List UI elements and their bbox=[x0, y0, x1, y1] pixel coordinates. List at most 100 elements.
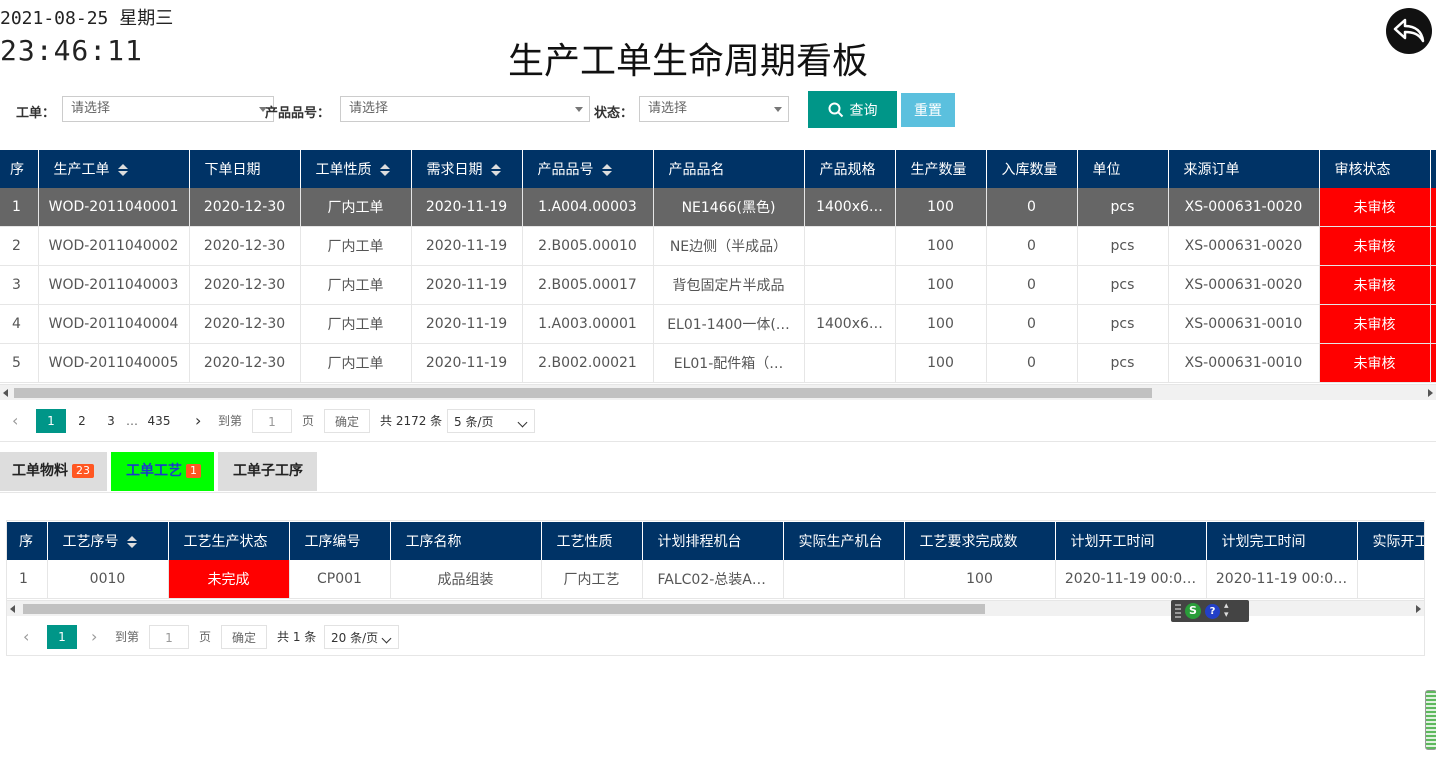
status-select[interactable]: 请选择 bbox=[639, 96, 789, 122]
back-button[interactable] bbox=[1386, 8, 1432, 54]
column-header[interactable]: 生产工单 bbox=[38, 150, 190, 188]
table-row[interactable]: 1 0010 未完成 CP001 成品组装 厂内工艺 FALC02-总装A… 100 2020-… bbox=[7, 560, 1424, 599]
side-scroll-indicator[interactable] bbox=[1425, 690, 1436, 750]
sort-icon[interactable] bbox=[601, 164, 612, 176]
scroll-left-icon[interactable] bbox=[3, 389, 8, 397]
column-header[interactable]: 工艺序号 bbox=[47, 522, 169, 560]
table-cell: 未完成 bbox=[168, 560, 290, 599]
table-cell: 2020-12-30 bbox=[189, 304, 301, 344]
column-header: 工艺生产状态 bbox=[168, 522, 290, 560]
detail-tabs: 工单物料 23 工单工艺 1 工单子工序 bbox=[0, 452, 1436, 493]
workorder-label: 工单： bbox=[16, 106, 56, 121]
query-button[interactable]: 查询 bbox=[808, 91, 897, 128]
next-page-icon[interactable]: › bbox=[91, 625, 101, 649]
page-size-value: 20 条/页 bbox=[331, 631, 379, 645]
page-size-select[interactable]: 20 条/页 bbox=[324, 625, 399, 649]
next-page-icon[interactable]: › bbox=[195, 409, 205, 433]
workorder-table-scrollbar[interactable] bbox=[0, 384, 1436, 400]
goto-page-input[interactable]: 1 bbox=[149, 625, 189, 649]
page-size-select[interactable]: 5 条/页 bbox=[447, 409, 535, 433]
page-unit-label: 页 bbox=[302, 414, 315, 428]
expand-icon[interactable]: ▴ ▾ bbox=[1224, 602, 1229, 620]
scrollbar-thumb[interactable] bbox=[14, 388, 1152, 398]
table-row[interactable]: 4 WOD-2011040004 2020-12-30 厂内工单 2020-11-19 1… bbox=[0, 304, 1436, 344]
table-cell: 未审核 bbox=[1319, 304, 1431, 344]
column-header: 工艺性质 bbox=[541, 522, 643, 560]
column-header[interactable]: 需求日期 bbox=[411, 150, 523, 188]
table-cell-overflow bbox=[1430, 343, 1436, 383]
column-header[interactable]: 产品品号 bbox=[522, 150, 654, 188]
scroll-right-icon[interactable] bbox=[1428, 389, 1433, 397]
workorder-select[interactable]: 请选择 bbox=[62, 96, 274, 122]
column-header-label: 生产工单 bbox=[53, 162, 110, 178]
table-cell: 100 bbox=[895, 226, 987, 266]
sogou-s-icon[interactable]: S bbox=[1185, 603, 1201, 619]
page-unit-label: 页 bbox=[199, 630, 212, 644]
table-cell: 2020-12-30 bbox=[189, 265, 301, 305]
column-header-label: 单位 bbox=[1092, 162, 1121, 178]
table-cell: CP001 bbox=[289, 560, 391, 599]
sort-icon[interactable] bbox=[117, 164, 128, 176]
product-select[interactable]: 请选择 bbox=[340, 96, 590, 122]
date-display: 2021-08-25 星期三 bbox=[0, 8, 174, 29]
tab-label: 工单工艺 bbox=[126, 463, 182, 479]
floating-toolbar[interactable]: S ? ▴ ▾ bbox=[1171, 600, 1249, 622]
sort-icon[interactable] bbox=[379, 164, 390, 176]
table-cell: pcs bbox=[1077, 265, 1169, 305]
table-row[interactable]: 2 WOD-2011040002 2020-12-30 厂内工单 2020-11-19 2… bbox=[0, 226, 1436, 266]
column-header-label: 产品规格 bbox=[819, 162, 876, 178]
prev-page-icon[interactable]: ‹ bbox=[12, 409, 22, 433]
column-header: 下单日期 bbox=[189, 150, 301, 188]
sort-icon[interactable] bbox=[490, 164, 501, 176]
table-cell: 2020-11-19 bbox=[411, 265, 523, 305]
column-header: 计划完工时间 bbox=[1206, 522, 1358, 560]
column-header: 来源订单 bbox=[1168, 150, 1320, 188]
table-cell: 1 bbox=[0, 188, 39, 227]
column-header-label: 工序名称 bbox=[405, 534, 462, 550]
table-cell-overflow bbox=[1430, 265, 1436, 305]
page-3-button[interactable]: 3 bbox=[96, 409, 126, 433]
table-row[interactable]: 1 WOD-2011040001 2020-12-30 厂内工单 2020-11-19 1… bbox=[0, 188, 1436, 227]
chevron-down-icon bbox=[381, 633, 392, 644]
page-1-button[interactable]: 1 bbox=[47, 625, 77, 649]
process-table: 序 工艺序号 工艺生产状态 工序编号 工序名称 工艺性质 计划排程机台 实际生产机台 工艺要求完… bbox=[7, 522, 1424, 600]
tab-workorder-process[interactable]: 工单工艺 1 bbox=[111, 452, 214, 491]
table-cell: pcs bbox=[1077, 304, 1169, 344]
table-cell: 2020-12-30 bbox=[189, 343, 301, 383]
tab-workorder-material[interactable]: 工单物料 23 bbox=[0, 452, 107, 491]
table-cell: 厂内工单 bbox=[300, 304, 412, 344]
scroll-right-icon[interactable] bbox=[1416, 605, 1421, 613]
column-header-label: 序 bbox=[10, 162, 24, 178]
table-cell: 0010 bbox=[47, 560, 169, 599]
tab-workorder-subprocess[interactable]: 工单子工序 bbox=[218, 452, 317, 491]
prev-page-icon[interactable]: ‹ bbox=[23, 625, 33, 649]
table-row[interactable]: 5 WOD-2011040005 2020-12-30 厂内工单 2020-11-19 2… bbox=[0, 343, 1436, 383]
help-icon[interactable]: ? bbox=[1205, 603, 1220, 619]
column-header: 产品规格 bbox=[804, 150, 896, 188]
column-header[interactable]: 工单性质 bbox=[300, 150, 412, 188]
last-page-button[interactable]: 435 bbox=[143, 409, 175, 433]
table-cell-overflow bbox=[1430, 226, 1436, 266]
reset-button[interactable]: 重置 bbox=[901, 93, 955, 127]
column-header: 计划排程机台 bbox=[642, 522, 784, 560]
column-header-label: 计划完工时间 bbox=[1221, 534, 1306, 550]
sort-icon[interactable] bbox=[126, 536, 137, 548]
column-header: 工序名称 bbox=[390, 522, 542, 560]
page-2-button[interactable]: 2 bbox=[67, 409, 97, 433]
goto-page-input[interactable]: 1 bbox=[252, 409, 292, 433]
scrollbar-thumb[interactable] bbox=[23, 604, 985, 614]
table-row[interactable]: 3 WOD-2011040003 2020-12-30 厂内工单 2020-11-19 2… bbox=[0, 265, 1436, 305]
table-cell: 2020-11-19 bbox=[411, 188, 523, 227]
page-1-button[interactable]: 1 bbox=[36, 409, 66, 433]
column-header: 入库数量 bbox=[986, 150, 1078, 188]
table-cell bbox=[804, 226, 896, 266]
back-arrow-icon bbox=[1393, 18, 1425, 43]
product-select-placeholder: 请选择 bbox=[349, 101, 389, 116]
goto-confirm-button[interactable]: 确定 bbox=[324, 409, 370, 433]
goto-confirm-button[interactable]: 确定 bbox=[221, 625, 267, 649]
column-header: 实际开工 bbox=[1357, 522, 1424, 560]
grip-icon[interactable] bbox=[1175, 604, 1181, 618]
scroll-left-icon[interactable] bbox=[10, 605, 15, 613]
table-cell: 1400x6… bbox=[804, 304, 896, 344]
table-cell: 未审核 bbox=[1319, 226, 1431, 266]
